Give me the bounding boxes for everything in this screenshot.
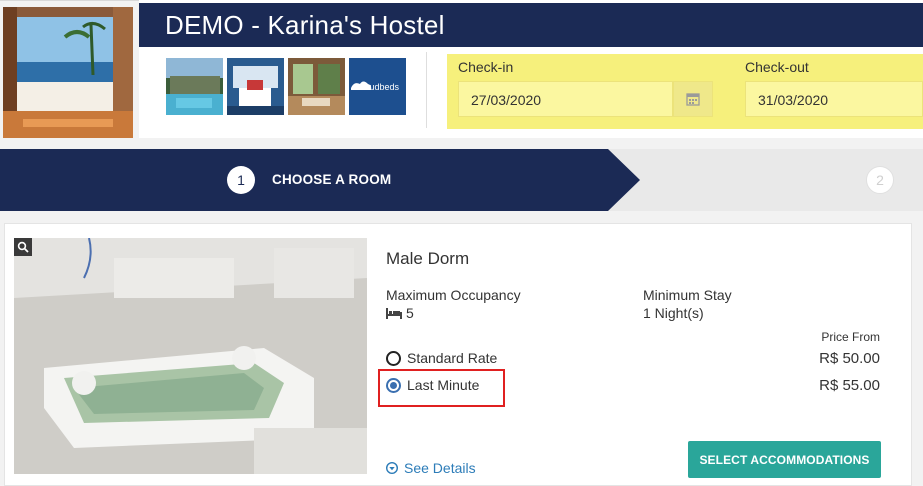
checkin-field[interactable]: 27/03/2020 bbox=[458, 81, 673, 117]
room-title: Male Dorm bbox=[386, 249, 470, 268]
hostel-title: DEMO - Karina's Hostel bbox=[165, 10, 445, 40]
see-details-link[interactable]: See Details bbox=[386, 460, 476, 476]
step-1-number: 1 bbox=[227, 166, 255, 194]
see-details-label: See Details bbox=[404, 460, 476, 476]
select-accommodations-button[interactable]: SELECT ACCOMMODATIONS bbox=[688, 441, 881, 478]
min-stay-value: 1 Night(s) bbox=[643, 305, 704, 321]
standard-rate-label: Standard Rate bbox=[407, 350, 498, 366]
room-thumbnail[interactable] bbox=[227, 58, 284, 115]
pool-thumbnail[interactable] bbox=[166, 58, 223, 115]
calendar-icon bbox=[686, 93, 700, 106]
checkout-label: Check-out bbox=[745, 59, 809, 75]
occupancy-label: Maximum Occupancy bbox=[386, 287, 521, 303]
hostel-logo bbox=[3, 7, 133, 138]
standard-rate-price: R$ 50.00 bbox=[819, 350, 880, 367]
svg-text:Coudbeds: Coudbeds bbox=[358, 82, 400, 92]
min-stay-label: Minimum Stay bbox=[643, 287, 732, 303]
step-1-label[interactable]: CHOOSE A ROOM bbox=[272, 172, 391, 187]
zoom-button[interactable] bbox=[14, 238, 32, 256]
price-from-label: Price From bbox=[821, 330, 880, 344]
rate-option-standard[interactable]: Standard Rate bbox=[386, 350, 497, 366]
last-minute-price: R$ 55.00 bbox=[819, 377, 880, 394]
lounge-thumbnail[interactable] bbox=[288, 58, 345, 115]
annotation-highlight-box bbox=[378, 369, 505, 407]
search-icon bbox=[17, 241, 29, 253]
checkout-field[interactable]: 31/03/2020 bbox=[745, 81, 923, 117]
occupancy-value: 5 bbox=[386, 305, 414, 321]
occupancy-number: 5 bbox=[406, 305, 414, 321]
chevron-down-circle-icon bbox=[386, 462, 398, 474]
standard-rate-radio[interactable] bbox=[386, 350, 401, 366]
calendar-button[interactable] bbox=[673, 81, 713, 117]
booking-steps: 1 CHOOSE A ROOM 2 bbox=[0, 149, 923, 211]
bed-icon bbox=[386, 307, 402, 319]
checkin-label: Check-in bbox=[458, 59, 514, 75]
cloudbeds-thumbnail[interactable]: Coudbeds bbox=[349, 58, 406, 115]
step-2-number[interactable]: 2 bbox=[866, 166, 894, 194]
header-divider bbox=[426, 52, 427, 128]
date-picker-panel: Check-in 27/03/2020 Check-out 31/03/2020 bbox=[447, 54, 923, 129]
title-bar: DEMO - Karina's Hostel bbox=[139, 3, 923, 47]
room-photo[interactable] bbox=[14, 238, 367, 474]
